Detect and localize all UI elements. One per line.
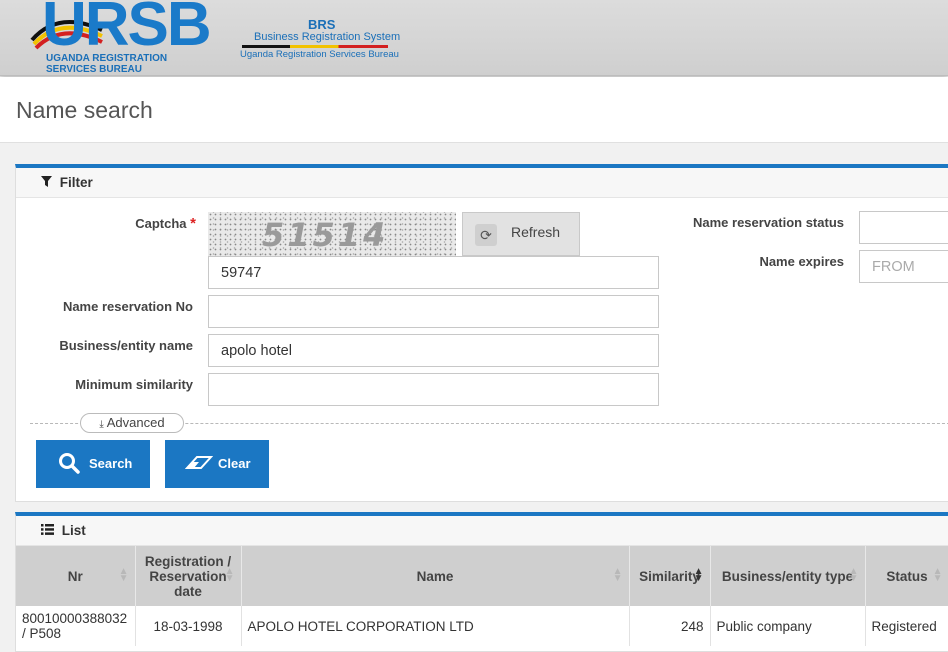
- captcha-label-text: Captcha: [135, 216, 187, 231]
- logo-subtitle-line1: UGANDA REGISTRATION: [46, 53, 168, 64]
- table-header-row: Nr ▲ ▼ Registration / Reservation date ▲ ▼ N…: [16, 546, 948, 606]
- sort-desc-icon: ▲ ▼: [693, 566, 704, 584]
- column-header-name[interactable]: Name ▲ ▼: [241, 546, 630, 606]
- refresh-captcha-button[interactable]: ⟳ Refresh: [462, 212, 580, 256]
- entity-name-label: Business/entity name: [59, 338, 193, 353]
- table-row[interactable]: 80010000388032 / P508 18-03-1998 APOLO H…: [16, 606, 948, 646]
- logo-wordmark: URSB: [42, 0, 212, 59]
- cell-name: APOLO HOTEL CORPORATION LTD: [241, 606, 630, 646]
- name-expires-from-input[interactable]: FROM: [859, 250, 948, 283]
- captcha-image-text: 51514: [262, 216, 389, 254]
- brs-logo: BRS Business Registration System Uganda …: [240, 15, 400, 65]
- min-similarity-label: Minimum similarity: [75, 377, 193, 392]
- eraser-icon: [184, 452, 214, 480]
- top-header: URSB UGANDA REGISTRATION SERVICES BUREAU…: [0, 0, 948, 76]
- sort-icon: ▲ ▼: [848, 566, 859, 584]
- captcha-image: 51514: [208, 212, 456, 256]
- filter-panel-header: Filter: [16, 168, 948, 198]
- reservation-no-input[interactable]: [208, 295, 659, 328]
- brs-flag-stripe: [242, 45, 388, 48]
- sort-icon: ▲ ▼: [118, 566, 129, 584]
- reservation-no-label: Name reservation No: [62, 299, 193, 314]
- advanced-toggle-button[interactable]: ⤓ Advanced: [80, 413, 184, 433]
- search-button[interactable]: Search: [36, 440, 150, 488]
- cell-nr: 80010000388032 / P508: [16, 606, 136, 646]
- page-title: Name search: [16, 97, 153, 123]
- sort-icon: ▲ ▼: [224, 566, 235, 584]
- list-heading: List: [61, 523, 86, 538]
- cell-status: Registered: [865, 606, 948, 646]
- clear-button[interactable]: Clear: [165, 440, 269, 488]
- filter-heading: Filter: [59, 175, 93, 190]
- filter-panel: Filter Captcha * 51514 ⟳ Refresh 59747 N…: [15, 164, 948, 502]
- refresh-label: Refresh: [511, 224, 561, 240]
- column-header-label: Name: [416, 568, 454, 584]
- reservation-status-select[interactable]: [859, 211, 948, 244]
- name-expires-label: Name expires: [759, 254, 844, 269]
- column-header-type[interactable]: Business/entity type ▲ ▼: [710, 546, 866, 606]
- brs-title: BRS: [308, 17, 336, 32]
- ursb-logo[interactable]: URSB UGANDA REGISTRATION SERVICES BUREAU: [28, 0, 218, 75]
- list-icon: [41, 524, 54, 538]
- cell-date: 18-03-1998: [135, 606, 242, 646]
- download-icon: ⤓: [99, 419, 104, 430]
- refresh-icon: ⟳: [475, 224, 497, 246]
- sort-icon: ▲ ▼: [932, 566, 943, 584]
- column-header-label: Nr: [67, 568, 83, 584]
- brs-bureau: Uganda Registration Services Bureau: [240, 49, 399, 60]
- advanced-label: Advanced: [106, 415, 165, 430]
- required-asterisk: *: [190, 215, 196, 232]
- brs-subtitle: Business Registration System: [254, 31, 401, 43]
- column-header-label: Status: [886, 568, 928, 584]
- clear-label: Clear: [218, 456, 251, 471]
- list-panel: List Nr ▲ ▼ Registration / Reservation dat…: [15, 512, 948, 652]
- column-header-label: Business/entity type: [721, 568, 854, 584]
- results-table: Nr ▲ ▼ Registration / Reservation date ▲ ▼ N…: [16, 546, 948, 646]
- captcha-input[interactable]: 59747: [208, 256, 659, 289]
- column-header-status[interactable]: Status ▲ ▼: [865, 546, 948, 606]
- logo-subtitle: UGANDA REGISTRATION SERVICES BUREAU: [46, 53, 167, 75]
- list-panel-header: List: [16, 516, 948, 546]
- captcha-label: Captcha *: [116, 215, 196, 232]
- column-header-label: Similarity: [639, 568, 700, 584]
- column-header-nr[interactable]: Nr ▲ ▼: [16, 546, 136, 606]
- search-label: Search: [89, 456, 133, 471]
- cell-similarity: 248: [629, 606, 711, 646]
- page-title-bar: Name search: [0, 77, 948, 143]
- filter-icon: [41, 176, 52, 190]
- reservation-status-label: Name reservation status: [692, 215, 844, 230]
- entity-name-input[interactable]: apolo hotel: [208, 334, 659, 367]
- column-header-date[interactable]: Registration / Reservation date ▲ ▼: [135, 546, 242, 606]
- column-header-similarity[interactable]: Similarity ▲ ▼: [629, 546, 711, 606]
- logo-subtitle-line2: SERVICES BUREAU: [46, 64, 142, 75]
- column-header-label: Registration / Reservation date: [144, 553, 232, 599]
- search-icon: [58, 452, 80, 480]
- cell-type: Public company: [710, 606, 866, 646]
- sort-icon: ▲ ▼: [612, 566, 623, 584]
- min-similarity-input[interactable]: [208, 373, 659, 406]
